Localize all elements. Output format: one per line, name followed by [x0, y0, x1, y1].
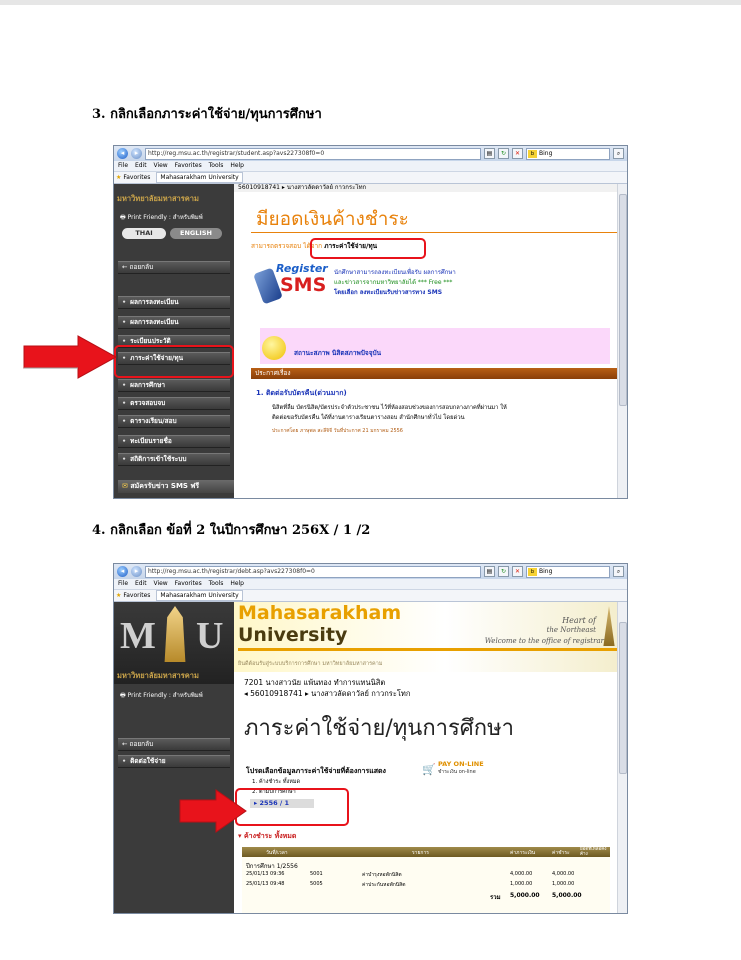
univ-name: มหาวิทยาลัยมหาสารคาม	[117, 194, 199, 203]
status-band	[260, 328, 610, 364]
student-line: 56010918741 ▸ นางสาวลัดดาวัลย์ กาวกระโทก	[234, 184, 622, 192]
student-line-2: ◂ 56010918741 ▸ นางสาวลัดดาวัลย์ กาวกระโ…	[244, 689, 411, 698]
table-row: 25/01/13 09:48 5005 ค่าประกันหอพักนิสิต …	[246, 881, 575, 888]
stop-icon[interactable]: ✕	[512, 566, 523, 577]
step-3-heading: 3. กลิกเลือกภาระค่าใช้จ่าย/ทุนการศึกษา	[92, 107, 322, 122]
favorites-button[interactable]: ★ Favorites	[116, 590, 150, 601]
screenshot-1: ◂ ▸ http://reg.msu.ac.th/registrar/stude…	[113, 145, 628, 499]
menu-item[interactable]: • ผลการลงทะเบียน	[118, 316, 230, 329]
highlight-sidebar-item	[114, 345, 234, 378]
option-all[interactable]: 1. ค้างชำระ ทั้งหมด	[252, 778, 300, 786]
printer-icon: 🖶	[120, 692, 126, 699]
top-border	[0, 0, 741, 5]
page-title: ภาระค่าใช้จ่าย/ทุนการศึกษา	[244, 716, 514, 741]
stop-icon[interactable]: ✕	[512, 148, 523, 159]
menu-item-contact-expense[interactable]: • ติดต่อใช้จ่าย	[118, 755, 230, 768]
menu-bar[interactable]: File Edit View Favorites Tools Help	[114, 161, 627, 172]
back-link[interactable]: ← ถอยกลับ	[118, 738, 230, 751]
print-friendly[interactable]: 🖶 Print Friendly : สำหรับพิมพ์	[120, 212, 203, 223]
arrow-right-icon	[23, 335, 118, 379]
screenshot-2: ◂ ▸ http://reg.msu.ac.th/registrar/debt.…	[113, 563, 628, 914]
browser-tab[interactable]: Mahasarakham University	[156, 590, 243, 601]
back-icon[interactable]: ◂	[117, 148, 128, 159]
select-prompt: โปรดเลือกข้อมูลภาระค่าใช้จ่ายที่ต้องการแ…	[246, 767, 386, 775]
news-meta: ประกาศโดย ภาษุพล สะลีจิจี วันที่ประกาศ 2…	[272, 428, 403, 434]
sidebar: มหาวิทยาลัยมหาสารคาม 🖶 Print Friendly : …	[114, 184, 234, 498]
menu-bar[interactable]: File Edit View Favorites Tools Help	[114, 579, 627, 590]
compat-icon[interactable]: ▤	[484, 148, 495, 159]
search-field[interactable]: b Bing	[526, 565, 610, 578]
scrollbar[interactable]	[617, 184, 627, 498]
welcome-text: Welcome to the office of registrar	[484, 637, 604, 645]
thai-button[interactable]: THAI	[122, 228, 166, 239]
address-bar: ◂ ▸ http://reg.msu.ac.th/registrar/stude…	[114, 146, 627, 161]
site-title-2: University	[238, 624, 348, 646]
refresh-icon[interactable]: ↻	[498, 148, 509, 159]
star-icon: ★	[116, 174, 122, 181]
logo-panel: M U มหาวิทยาลัยมหาสารคาม	[114, 602, 234, 684]
register-sms-logo[interactable]: Register SMS	[253, 262, 328, 306]
url-field[interactable]: http://reg.msu.ac.th/registrar/debt.asp?…	[145, 565, 481, 578]
arrow-right-icon	[179, 789, 247, 833]
printer-icon: 🖶	[120, 214, 126, 221]
sms-info: นักศึกษาสามารถลงทะเบียนเพื่อรับ ผลการศึก…	[334, 269, 456, 296]
favorites-button[interactable]: ★ Favorites	[116, 172, 150, 183]
menu-item[interactable]: • สถิติการเข้าใช้ระบบ	[118, 453, 230, 466]
tagline: ยินดีต้อนรับสู่ระบบบริการการศึกษา มหาวิท…	[238, 661, 383, 667]
tower-icon	[603, 606, 615, 646]
scrollbar[interactable]	[617, 602, 627, 913]
site-title-1: Mahasarakham	[238, 602, 402, 624]
header-banner: Mahasarakham University Heart of the Nor…	[234, 602, 618, 672]
envelope-icon: ✉	[122, 482, 128, 490]
news-body: นิสิตที่ลืม บัตรนิสิต/บัตรประจำตัวประชาช…	[272, 405, 507, 421]
debt-table: วันที่/เวลา รายการ ค่าภาระเงิน ค่าชำระ ย…	[242, 847, 610, 913]
favorites-bar: ★ Favorites Mahasarakham University	[114, 172, 627, 184]
search-icon[interactable]: ⌕	[613, 148, 624, 159]
menu-item[interactable]: • ผลการศึกษา	[118, 379, 230, 392]
url-field[interactable]: http://reg.msu.ac.th/registrar/student.a…	[145, 147, 481, 160]
group-label: ปีการศึกษา 1/2556	[246, 863, 298, 870]
status-text: สถานะสภาพ นิสิตสภาพปัจจุบัน	[294, 349, 382, 357]
univ-name: มหาวิทยาลัยมหาสารคาม	[117, 671, 199, 680]
menu-item[interactable]: • ผลการลงทะเบียน	[118, 296, 230, 309]
browser-tab[interactable]: Mahasarakham University	[156, 172, 243, 183]
forward-icon[interactable]: ▸	[131, 566, 142, 577]
divider	[251, 232, 617, 233]
forward-icon[interactable]: ▸	[131, 148, 142, 159]
bing-icon: b	[528, 567, 537, 576]
highlight-year-option	[235, 788, 349, 826]
bing-icon: b	[528, 149, 537, 158]
address-bar: ◂ ▸ http://reg.msu.ac.th/registrar/debt.…	[114, 564, 627, 579]
cart-icon: 🛒	[422, 763, 436, 776]
favorites-bar: ★ Favorites Mahasarakham University	[114, 590, 627, 602]
highlight-expenses-link	[310, 238, 426, 259]
menu-item[interactable]: • ตรวจสอบจบ	[118, 397, 230, 410]
table-total-row: รวม 5,000.00 5,000.00	[490, 892, 582, 901]
university-emblem-icon	[164, 606, 186, 662]
sms-signup[interactable]: ✉ สมัครรับข่าว SMS ฟรี	[118, 480, 234, 493]
back-icon[interactable]: ◂	[117, 566, 128, 577]
search-icon[interactable]: ⌕	[613, 566, 624, 577]
english-button[interactable]: ENGLISH	[170, 228, 222, 239]
menu-item[interactable]: • ทะเบียนรายชื่อ	[118, 435, 230, 448]
back-link[interactable]: ← ถอยกลับ	[118, 261, 230, 274]
news-title[interactable]: 1. ติดต่อรับบัตรคืน(ด่วนมาก)	[256, 388, 347, 399]
table-row: 25/01/13 09:36 5001 ค่าบำรุงหอพักนิสิต 4…	[246, 871, 575, 878]
smiley-icon	[262, 336, 286, 360]
banner-stripe	[238, 648, 618, 651]
outstanding-headline: มียอดเงินค้างชำระ	[256, 208, 409, 230]
search-field[interactable]: b Bing	[526, 147, 610, 160]
news-header: ประกาศเรื่อง	[251, 368, 619, 379]
print-friendly[interactable]: 🖶 Print Friendly : สำหรับพิมพ์	[120, 690, 203, 701]
step-4-heading: 4. กลิกเลือก ข้อที่ 2 ในปีการศึกษา 256X …	[92, 523, 371, 538]
menu-item[interactable]: • ตารางเรียน/สอบ	[118, 415, 230, 428]
refresh-icon[interactable]: ↻	[498, 566, 509, 577]
compat-icon[interactable]: ▤	[484, 566, 495, 577]
star-icon: ★	[116, 592, 122, 599]
